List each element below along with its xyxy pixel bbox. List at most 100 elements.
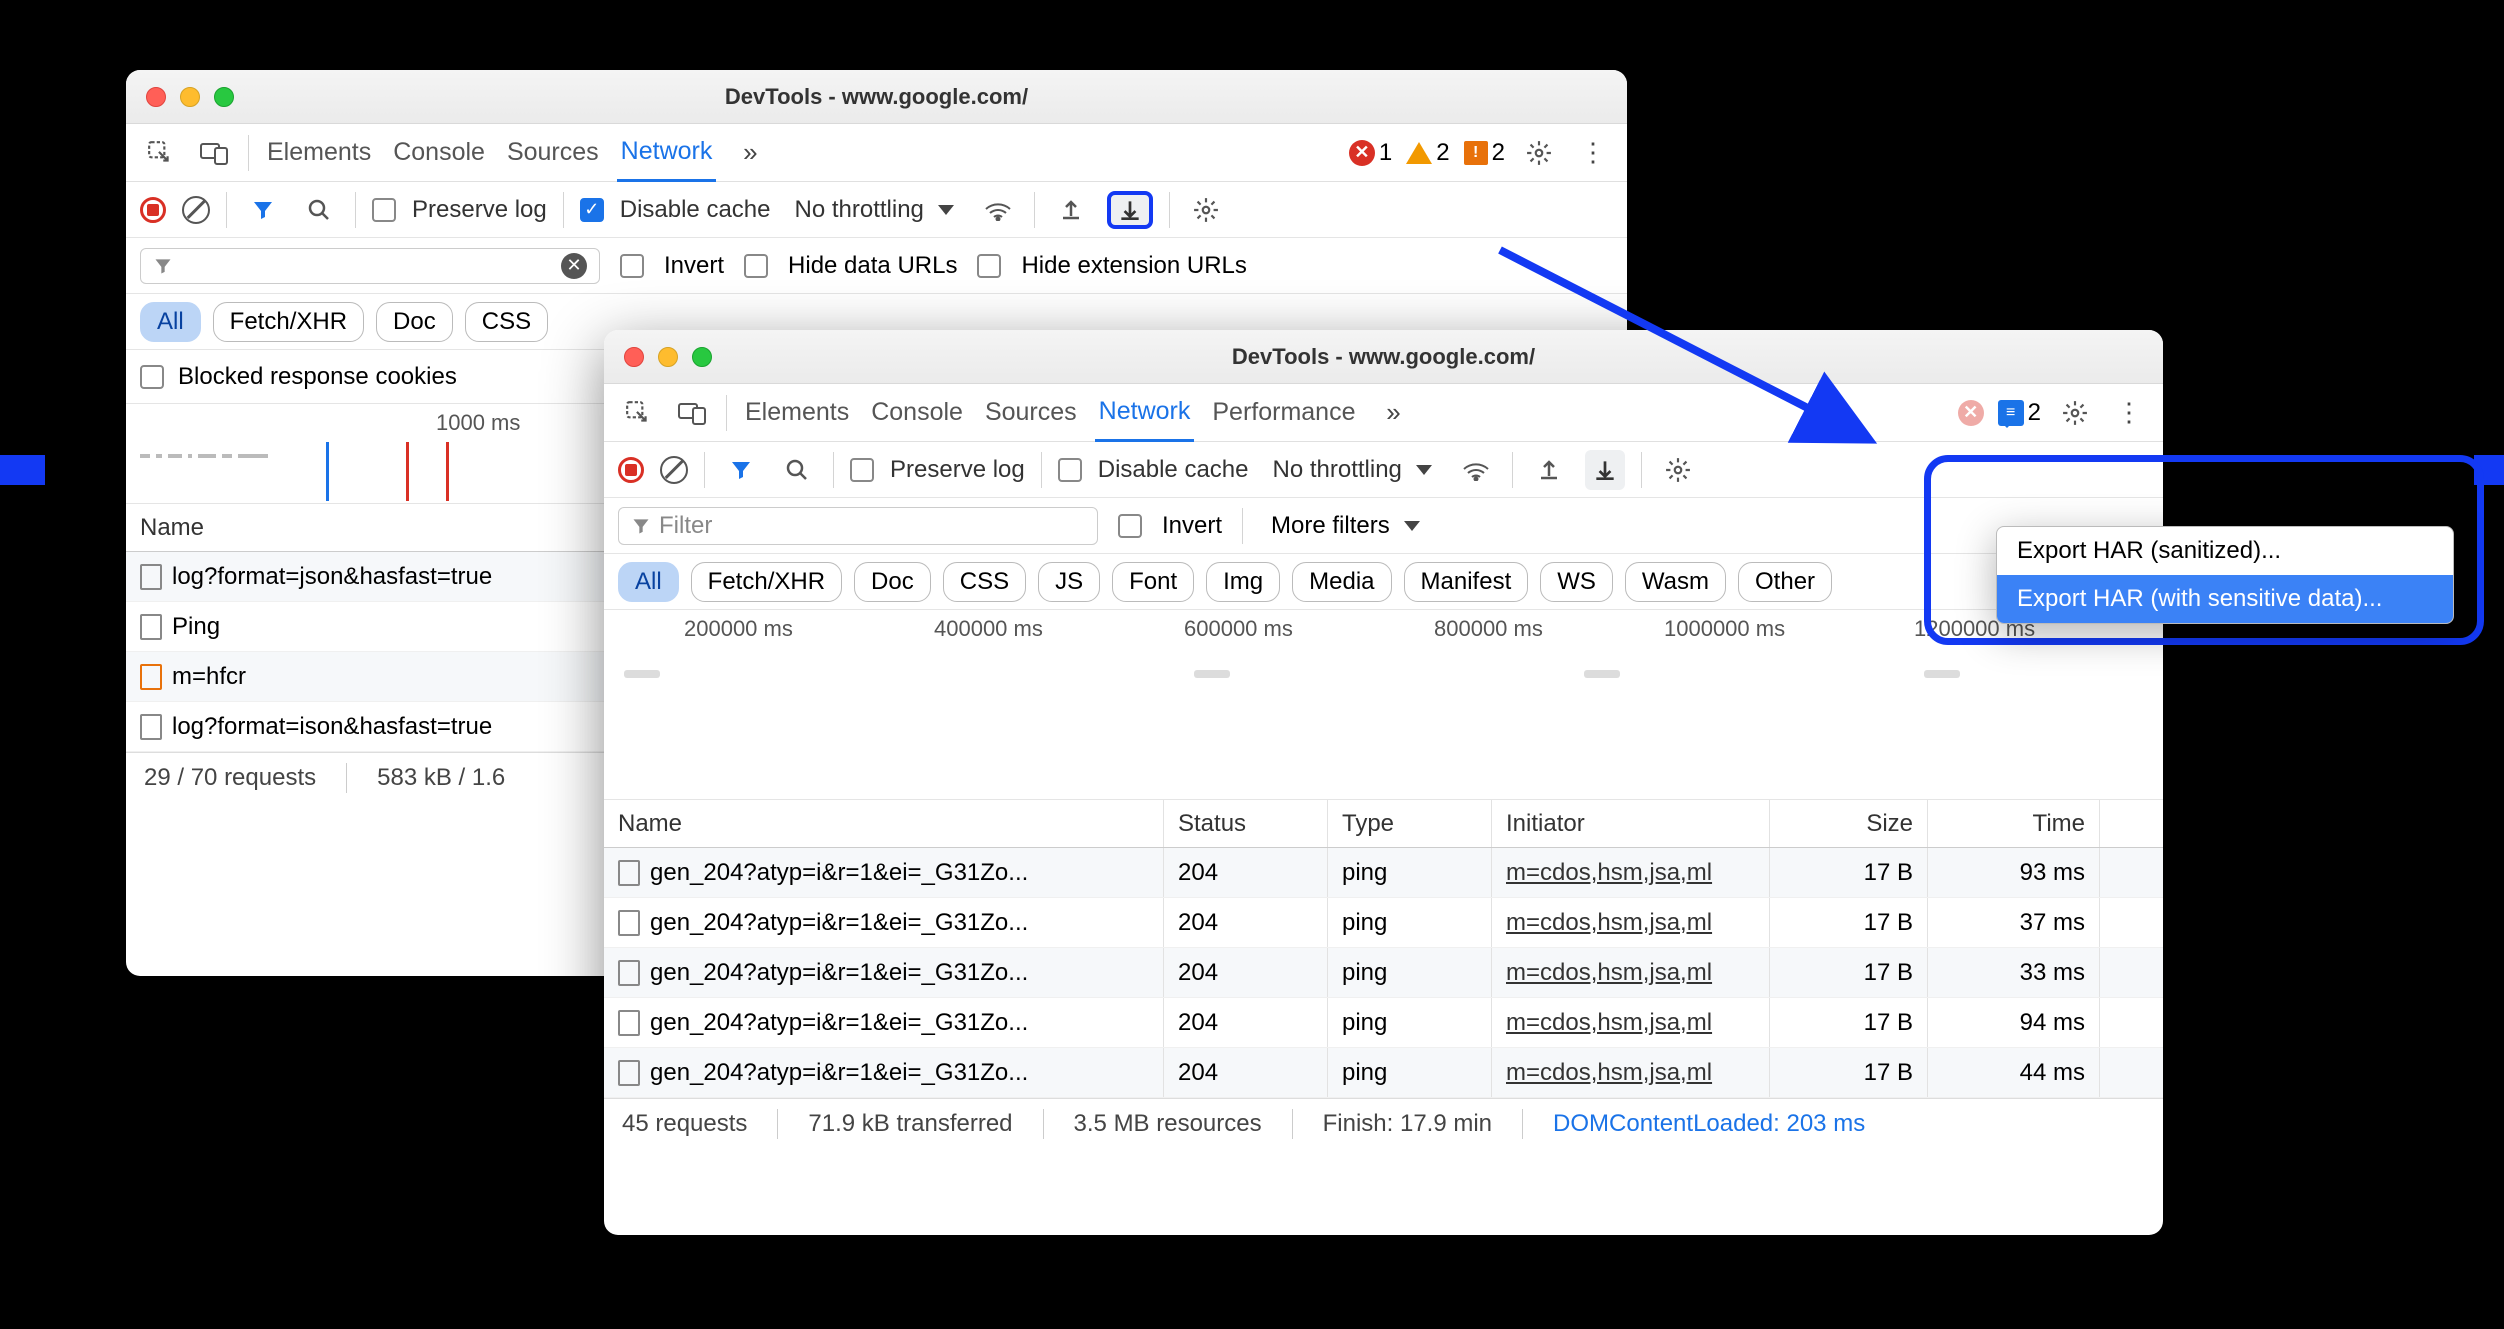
issues-badge[interactable]: !2: [1464, 139, 1505, 167]
export-har-button-highlighted[interactable]: [1107, 191, 1153, 229]
col-name[interactable]: Name: [604, 800, 1164, 847]
record-button[interactable]: [140, 197, 166, 223]
device-toolbar-icon[interactable]: [672, 393, 712, 433]
divider: [1242, 508, 1243, 544]
chip-wasm[interactable]: Wasm: [1625, 562, 1726, 602]
hide-data-urls-label: Hide data URLs: [788, 252, 957, 280]
chip-ws[interactable]: WS: [1540, 562, 1613, 602]
clear-button[interactable]: [660, 456, 688, 484]
chip-manifest[interactable]: Manifest: [1404, 562, 1529, 602]
chip-doc[interactable]: Doc: [854, 562, 931, 602]
more-tabs-icon[interactable]: »: [1373, 393, 1413, 433]
chip-all[interactable]: All: [140, 302, 201, 342]
tab-network[interactable]: Network: [1095, 384, 1195, 442]
kebab-menu-icon[interactable]: ⋮: [2109, 393, 2149, 433]
search-icon[interactable]: [777, 450, 817, 490]
initiator-link[interactable]: m=cdos,hsm,jsa,ml: [1506, 959, 1712, 987]
throttling-select[interactable]: No throttling: [786, 193, 961, 227]
request-size: 17 B: [1770, 948, 1928, 997]
tab-elements[interactable]: Elements: [263, 125, 375, 180]
chip-all[interactable]: All: [618, 562, 679, 602]
settings-icon[interactable]: [1519, 133, 1559, 173]
initiator-link[interactable]: m=cdos,hsm,jsa,ml: [1506, 859, 1712, 887]
warnings-badge[interactable]: 2: [1406, 139, 1449, 167]
inspect-element-icon[interactable]: [140, 133, 180, 173]
clear-button[interactable]: [182, 196, 210, 224]
invert-checkbox[interactable]: [620, 254, 644, 278]
blocked-cookies-checkbox[interactable]: [140, 365, 164, 389]
col-initiator[interactable]: Initiator: [1492, 800, 1770, 847]
table-row[interactable]: gen_204?atyp=i&r=1&ei=_G31Zo...204pingm=…: [604, 998, 2163, 1048]
more-tabs-icon[interactable]: »: [730, 133, 770, 173]
col-size[interactable]: Size: [1770, 800, 1928, 847]
chip-fetch-xhr[interactable]: Fetch/XHR: [691, 562, 842, 602]
throttling-select[interactable]: No throttling: [1264, 453, 1439, 487]
search-icon[interactable]: [299, 190, 339, 230]
hide-extension-urls-checkbox[interactable]: [977, 254, 1001, 278]
chip-other[interactable]: Other: [1738, 562, 1832, 602]
filter-toggle-icon[interactable]: [243, 190, 283, 230]
minimize-window-button[interactable]: [658, 347, 678, 367]
minimize-window-button[interactable]: [180, 87, 200, 107]
tab-sources[interactable]: Sources: [981, 385, 1081, 440]
chip-img[interactable]: Img: [1206, 562, 1280, 602]
initiator-link[interactable]: m=cdos,hsm,jsa,ml: [1506, 1059, 1712, 1087]
tab-console[interactable]: Console: [867, 385, 967, 440]
close-window-button[interactable]: [624, 347, 644, 367]
hide-data-urls-checkbox[interactable]: [744, 254, 768, 278]
table-row[interactable]: gen_204?atyp=i&r=1&ei=_G31Zo...204pingm=…: [604, 848, 2163, 898]
chip-css[interactable]: CSS: [465, 302, 548, 342]
initiator-link[interactable]: m=cdos,hsm,jsa,ml: [1506, 909, 1712, 937]
tab-network[interactable]: Network: [617, 124, 717, 182]
filter-row: Filter Invert More filters: [604, 498, 2163, 554]
disable-cache-checkbox[interactable]: [1058, 458, 1082, 482]
load-marker: [446, 442, 449, 501]
chip-font[interactable]: Font: [1112, 562, 1194, 602]
network-settings-icon[interactable]: [1186, 190, 1226, 230]
chip-css[interactable]: CSS: [943, 562, 1026, 602]
chat-badge[interactable]: ≡2: [1998, 399, 2041, 427]
table-row[interactable]: gen_204?atyp=i&r=1&ei=_G31Zo...204pingm=…: [604, 898, 2163, 948]
table-row[interactable]: gen_204?atyp=i&r=1&ei=_G31Zo...204pingm=…: [604, 948, 2163, 998]
chip-js[interactable]: JS: [1038, 562, 1100, 602]
chip-fetch-xhr[interactable]: Fetch/XHR: [213, 302, 364, 342]
import-har-icon[interactable]: [1051, 190, 1091, 230]
filter-input[interactable]: Filter: [618, 507, 1098, 545]
filter-input[interactable]: ✕: [140, 248, 600, 284]
inspect-element-icon[interactable]: [618, 393, 658, 433]
overview-timeline[interactable]: 200000 ms 400000 ms 600000 ms 800000 ms …: [604, 610, 2163, 800]
tab-performance[interactable]: Performance: [1208, 385, 1359, 440]
col-type[interactable]: Type: [1328, 800, 1492, 847]
chip-media[interactable]: Media: [1292, 562, 1391, 602]
invert-checkbox[interactable]: [1118, 514, 1142, 538]
request-name: gen_204?atyp=i&r=1&ei=_G31Zo...: [650, 959, 1028, 987]
preserve-log-checkbox[interactable]: [850, 458, 874, 482]
tab-console[interactable]: Console: [389, 125, 489, 180]
divider: [226, 192, 227, 228]
errors-badge[interactable]: ✕1: [1349, 139, 1392, 167]
tab-sources[interactable]: Sources: [503, 125, 603, 180]
maximize-window-button[interactable]: [214, 87, 234, 107]
filter-toggle-icon[interactable]: [721, 450, 761, 490]
col-time[interactable]: Time: [1928, 800, 2100, 847]
request-status: 204: [1164, 998, 1328, 1047]
chip-doc[interactable]: Doc: [376, 302, 453, 342]
maximize-window-button[interactable]: [692, 347, 712, 367]
table-row[interactable]: gen_204?atyp=i&r=1&ei=_G31Zo...204pingm=…: [604, 1048, 2163, 1098]
export-har-sanitized[interactable]: Export HAR (sanitized)...: [1997, 527, 2453, 575]
clear-filter-icon[interactable]: ✕: [561, 253, 587, 279]
tab-elements[interactable]: Elements: [741, 385, 853, 440]
more-filters-select[interactable]: More filters: [1263, 509, 1428, 543]
settings-icon[interactable]: [2055, 393, 2095, 433]
kebab-menu-icon[interactable]: ⋮: [1573, 133, 1613, 173]
device-toolbar-icon[interactable]: [194, 133, 234, 173]
disable-cache-checkbox[interactable]: ✓: [580, 198, 604, 222]
col-status[interactable]: Status: [1164, 800, 1328, 847]
close-window-button[interactable]: [146, 87, 166, 107]
export-har-sensitive[interactable]: Export HAR (with sensitive data)...: [1997, 575, 2453, 623]
request-type: ping: [1328, 898, 1492, 947]
preserve-log-checkbox[interactable]: [372, 198, 396, 222]
network-conditions-icon[interactable]: [978, 190, 1018, 230]
record-button[interactable]: [618, 457, 644, 483]
initiator-link[interactable]: m=cdos,hsm,jsa,ml: [1506, 1009, 1712, 1037]
